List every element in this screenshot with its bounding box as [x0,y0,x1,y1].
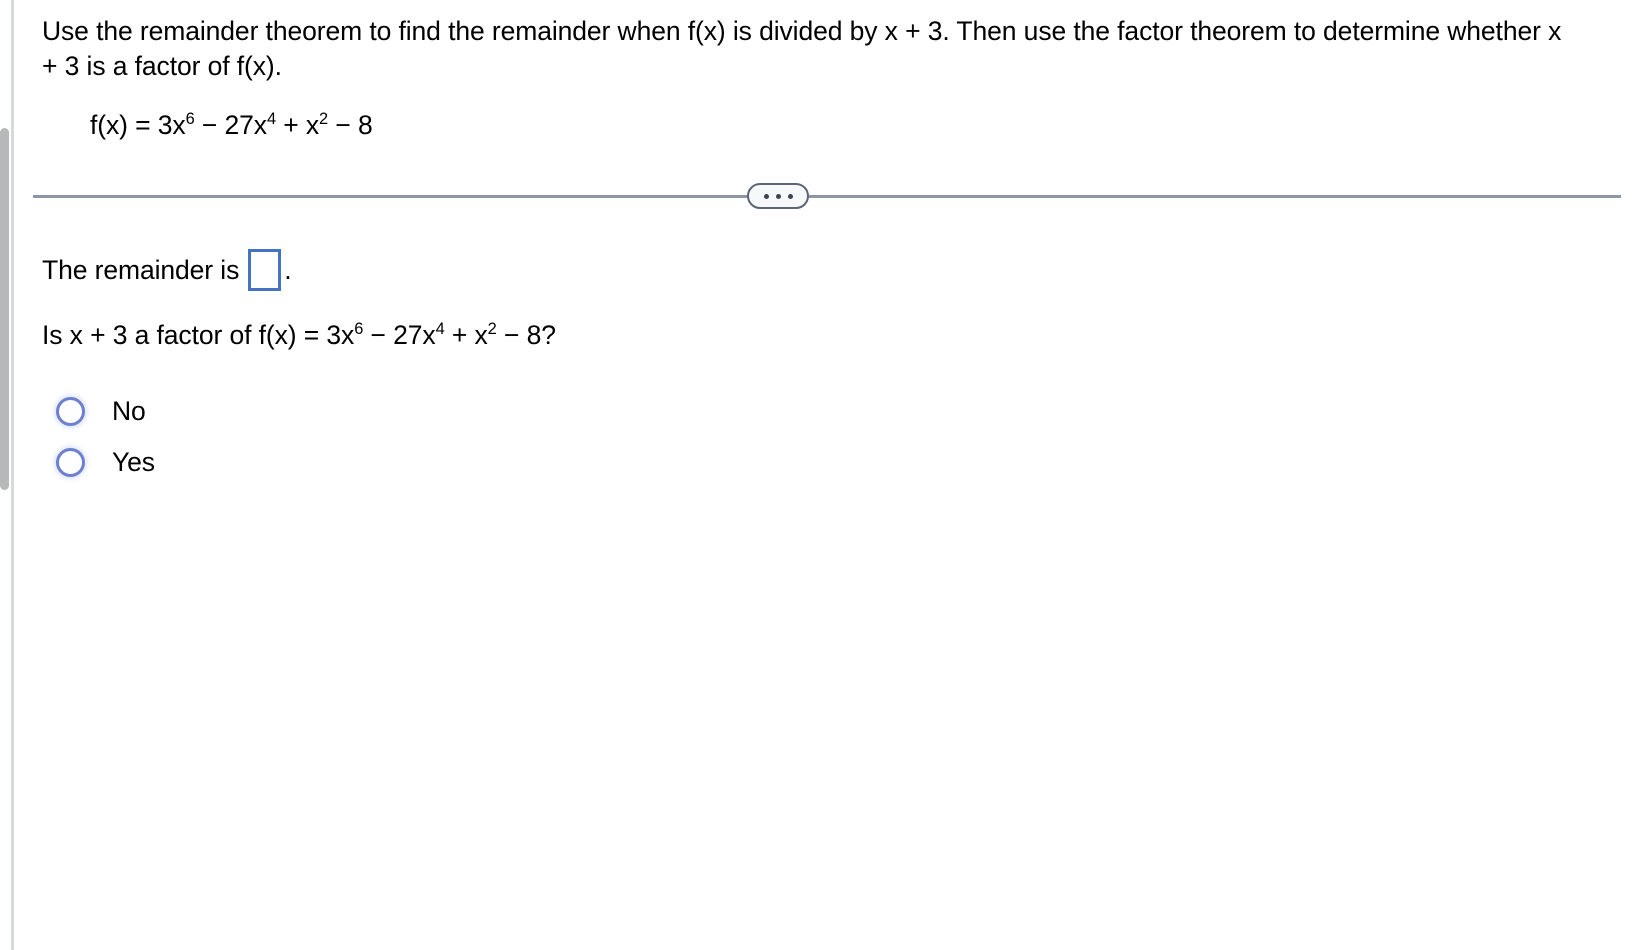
remainder-answer-row: The remainder is . [42,248,1602,292]
function-constant-term: − 8 [328,110,373,141]
factor-term-3: + x [444,320,488,350]
function-definition-base: f(x) = 3x [90,110,186,141]
answer-region: The remainder is . Is x + 3 a factor of … [42,248,1602,491]
instruction-line-2: a factor of f(x). [112,51,282,82]
function-definition: f(x) = 3x6 − 27x4 + x2 − 8 [90,110,1620,141]
remainder-input[interactable] [248,249,282,291]
function-term-3: + x [275,110,320,141]
page-scrollbar-track[interactable] [0,0,9,950]
ellipsis-dot-1 [763,193,769,199]
ellipsis-dot-2 [775,193,781,199]
page-scrollbar-thumb[interactable] [0,128,9,490]
remainder-prompt-label: The remainder is [42,254,240,285]
remainder-period: . [284,254,292,285]
answer-choice-no[interactable]: No [42,389,282,433]
expand-ellipsis-button[interactable] [747,183,809,209]
answer-choice-yes[interactable]: Yes [42,440,282,484]
function-term-2: − 27x [194,110,267,141]
function-exponent-6: 6 [185,110,195,129]
divider-line [33,195,1621,198]
radio-button-icon[interactable] [56,396,85,426]
instruction-paragraph: Use the remainder theorem to find the re… [42,14,1582,84]
exercise-content-panel: Use the remainder theorem to find the re… [14,0,1640,950]
factor-question-prefix: Is x + 3 a factor of f(x) = 3x [42,320,355,350]
answer-choice-group: No Yes [42,389,1602,484]
section-divider [33,183,1621,209]
radio-button-icon[interactable] [56,447,85,477]
function-exponent-4: 4 [266,110,276,129]
factor-question-text: Is x + 3 a factor of f(x) = 3x6 − 27x4 +… [42,320,1602,351]
ellipsis-dot-3 [787,193,793,199]
factor-question-tail: − 8? [496,320,556,350]
problem-statement: Use the remainder theorem to find the re… [14,0,1640,141]
factor-exponent-4: 4 [435,320,445,339]
factor-exponent-2: 2 [487,320,497,339]
answer-choice-label: Yes [112,446,155,477]
factor-exponent-6: 6 [354,320,364,339]
answer-choice-label: No [112,395,146,426]
function-exponent-2: 2 [319,110,329,129]
factor-term-2: − 27x [363,320,436,350]
